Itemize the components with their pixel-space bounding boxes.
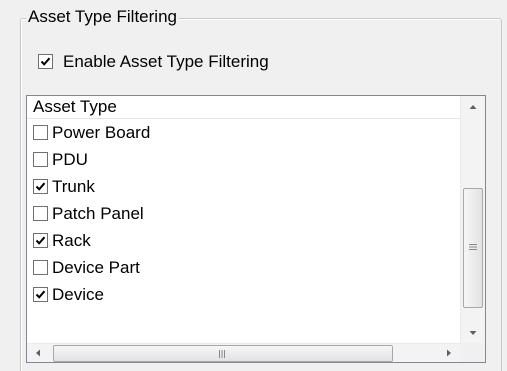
list-item-checkbox[interactable]: [33, 260, 48, 275]
asset-type-filtering-panel: Asset Type Filtering Enable Asset Type F…: [0, 0, 507, 371]
checkbox-box[interactable]: [38, 54, 53, 69]
enable-asset-type-filtering-label: Enable Asset Type Filtering: [63, 52, 269, 71]
list-item[interactable]: Patch Panel: [27, 200, 460, 227]
list-item-label: Device Part: [52, 258, 140, 277]
checkmark-icon: [35, 290, 46, 299]
horizontal-scrollbar[interactable]: [27, 343, 460, 362]
scroll-down-arrow-icon: [469, 331, 477, 335]
list-item-checkbox[interactable]: [33, 152, 48, 167]
thumb-grip-icon: [469, 244, 477, 250]
list-item[interactable]: Device: [27, 281, 460, 308]
scroll-up-arrow-icon: [469, 105, 477, 109]
list-item[interactable]: Device Part: [27, 254, 460, 281]
asset-type-list[interactable]: Asset Type Power Board PDU Trunk Patch Pane…: [26, 95, 486, 363]
scroll-right-button[interactable]: [438, 344, 460, 362]
list-item-checkbox[interactable]: [33, 125, 48, 140]
asset-type-rows: Power Board PDU Trunk Patch Panel Rack Device…: [27, 119, 460, 308]
scroll-up-button[interactable]: [461, 96, 485, 118]
scrollbar-corner: [460, 343, 485, 362]
list-item-checkbox[interactable]: [33, 206, 48, 221]
column-header-label: Asset Type: [33, 97, 117, 116]
scroll-left-button[interactable]: [27, 344, 49, 362]
horizontal-scroll-thumb[interactable]: [53, 345, 393, 362]
list-item-label: Device: [52, 285, 104, 304]
vertical-scroll-thumb[interactable]: [463, 188, 483, 308]
groupbox-title: Asset Type Filtering: [26, 7, 179, 27]
list-item-label: Trunk: [52, 177, 95, 196]
scroll-left-arrow-icon: [36, 349, 40, 357]
list-item[interactable]: Power Board: [27, 119, 460, 146]
checkmark-icon: [40, 57, 51, 66]
enable-asset-type-filtering-checkbox[interactable]: Enable Asset Type Filtering: [38, 52, 338, 71]
checkmark-icon: [35, 182, 46, 191]
list-item[interactable]: PDU: [27, 146, 460, 173]
column-header-asset-type[interactable]: Asset Type: [27, 96, 460, 119]
scroll-down-button[interactable]: [461, 322, 485, 344]
list-item-checkbox[interactable]: [33, 233, 48, 248]
list-item-label: Patch Panel: [52, 204, 144, 223]
checkmark-icon: [35, 236, 46, 245]
list-item-label: Rack: [52, 231, 91, 250]
list-item-label: PDU: [52, 150, 88, 169]
list-item[interactable]: Trunk: [27, 173, 460, 200]
list-item[interactable]: Rack: [27, 227, 460, 254]
list-item-label: Power Board: [52, 123, 151, 142]
list-item-checkbox[interactable]: [33, 179, 48, 194]
vertical-scrollbar[interactable]: [460, 96, 485, 344]
thumb-grip-icon: [219, 350, 225, 358]
list-item-checkbox[interactable]: [33, 287, 48, 302]
scroll-right-arrow-icon: [447, 349, 451, 357]
